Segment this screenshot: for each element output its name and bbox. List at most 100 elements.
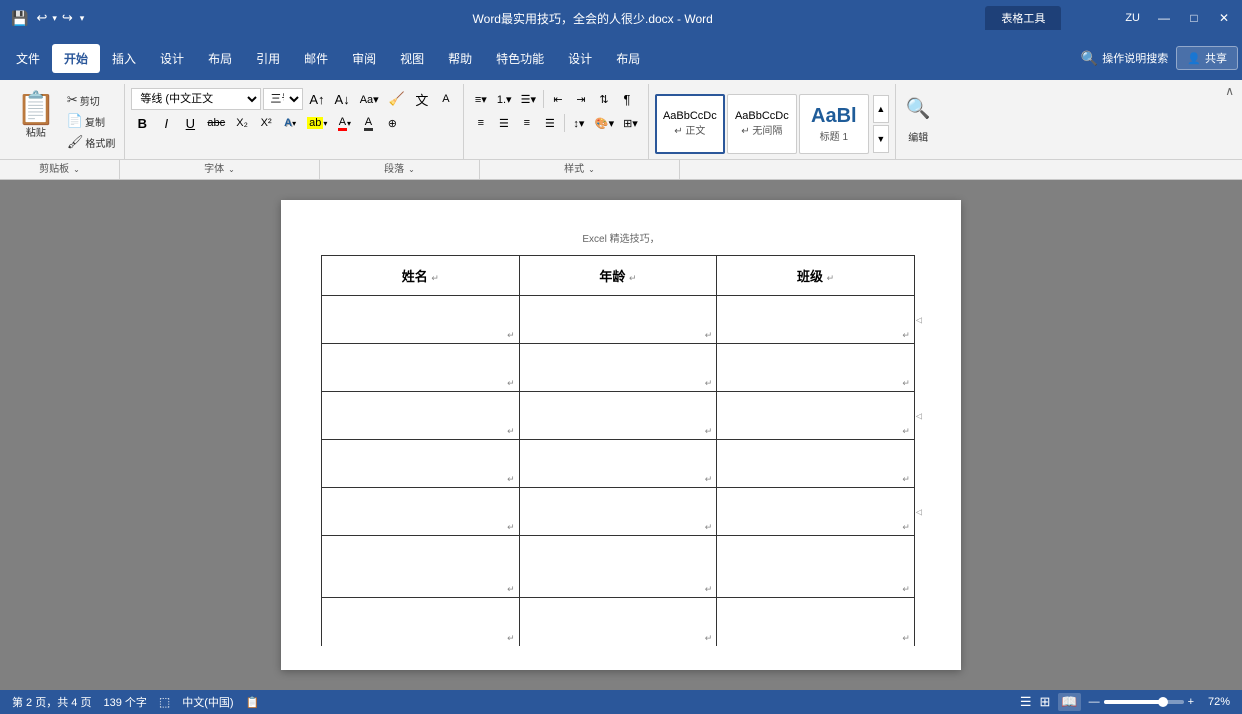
subscript-button[interactable]: X₂ <box>231 112 253 134</box>
format-painter-button[interactable]: 🖌 格式刷 <box>64 132 119 152</box>
customize-icon[interactable]: ▾ <box>78 11 87 26</box>
underline-button[interactable]: U <box>179 112 201 134</box>
font-expand-icon[interactable]: ⌄ <box>228 160 235 180</box>
table-cell: ↵ <box>519 440 717 488</box>
menu-item-table-design[interactable]: 设计 <box>556 44 604 73</box>
decrease-indent-button[interactable]: ⇤ <box>547 88 569 110</box>
view-mode-read[interactable]: 📖 <box>1058 693 1080 711</box>
undo-dropdown-icon[interactable]: ▾ <box>52 13 57 24</box>
bullets-button[interactable]: ≡▾ <box>470 88 492 110</box>
menu-item-layout[interactable]: 布局 <box>196 44 244 73</box>
view-mode-web[interactable]: ⊞ <box>1039 694 1050 710</box>
menu-item-design[interactable]: 设计 <box>148 44 196 73</box>
paragraph-expand-icon[interactable]: ⌄ <box>408 160 415 180</box>
shading-button[interactable]: 🎨▾ <box>591 112 618 134</box>
copy-button[interactable]: 📄 复制 <box>64 111 119 131</box>
menu-item-table-layout[interactable]: 布局 <box>604 44 652 73</box>
italic-button[interactable]: I <box>155 112 177 134</box>
menu-item-review[interactable]: 审阅 <box>340 44 388 73</box>
clipboard-label: 剪贴板 ⌄ <box>0 160 120 179</box>
numbering-button[interactable]: 1.▾ <box>493 88 516 110</box>
menu-item-mailings[interactable]: 邮件 <box>292 44 340 73</box>
layout-icon[interactable]: ⬚ <box>159 695 170 709</box>
clear-format-button[interactable]: 🧹 <box>385 88 409 110</box>
more-font-button[interactable]: ⊕ <box>381 112 403 134</box>
zoom-slider-track[interactable] <box>1104 700 1184 704</box>
menu-item-view[interactable]: 视图 <box>388 44 436 73</box>
style-normal[interactable]: AaBbCcDc ↵ 正文 <box>655 94 725 154</box>
font-color-button[interactable]: A▾ <box>333 112 355 134</box>
minimize-button[interactable]: — <box>1150 4 1178 32</box>
document-area: Excel 精选技巧， 姓名 ↵ 年 <box>0 180 1242 690</box>
justify-button[interactable]: ☰ <box>539 112 561 134</box>
bold-button[interactable]: B <box>131 112 153 134</box>
styles-down-button[interactable]: ▼ <box>873 125 889 153</box>
menu-item-references[interactable]: 引用 <box>244 44 292 73</box>
styles-up-button[interactable]: ▲ <box>873 95 889 123</box>
table-cell: ↵ <box>322 296 520 344</box>
font-shrink-button[interactable]: A↓ <box>331 88 354 110</box>
paste-label: 粘贴 <box>26 124 46 139</box>
align-right-button[interactable]: ≡ <box>516 112 538 134</box>
redo-icon[interactable]: ↪ <box>59 8 76 28</box>
title-bar-left: 💾 ↩ ▾ ↪ ▾ <box>0 8 200 29</box>
text-style-button[interactable]: 文 <box>411 88 433 110</box>
style-heading1[interactable]: AaBl 标题 1 <box>799 94 869 154</box>
multilevel-button[interactable]: ☰▾ <box>517 88 540 110</box>
text-effect-button[interactable]: A ▾ <box>279 112 301 134</box>
menu-item-start[interactable]: 开始 <box>52 44 100 73</box>
text-bg-button[interactable]: A <box>357 112 379 134</box>
border-button[interactable]: ⊞▾ <box>619 112 642 134</box>
search-icon: 🔍 <box>1081 50 1098 67</box>
undo-icon[interactable]: ↩ <box>33 8 50 28</box>
clipboard-expand-icon[interactable]: ⌄ <box>73 160 80 180</box>
show-marks-button[interactable]: ¶ <box>616 88 638 110</box>
font-grow-button[interactable]: A↑ <box>305 88 328 110</box>
word-count[interactable]: 139 个字 <box>103 694 146 710</box>
ribbon: 📋 粘贴 ✂ 剪切 📄 复制 🖌 格式刷 等线 (中文正文 三号 A↑ A↓ A… <box>0 80 1242 180</box>
table-row: ↵ ↵ ↵ ◁ <box>322 296 921 344</box>
language-indicator[interactable]: 中文(中国) <box>182 694 233 710</box>
page-caption: Excel 精选技巧， <box>321 230 921 245</box>
cut-button[interactable]: ✂ 剪切 <box>64 90 119 110</box>
font-size-select[interactable]: 三号 <box>263 88 303 110</box>
menu-item-features[interactable]: 特色功能 <box>484 44 556 73</box>
page-count[interactable]: 第 2 页，共 4 页 <box>12 694 91 710</box>
paste-button[interactable]: 📋 粘贴 <box>10 88 62 143</box>
para-row-2: ≡ ☰ ≡ ☰ ↕▾ 🎨▾ ⊞▾ <box>470 112 642 134</box>
font-color-fill-button[interactable]: A <box>435 88 457 110</box>
table-cell: ↵ <box>717 488 915 536</box>
font-family-select[interactable]: 等线 (中文正文 <box>131 88 261 110</box>
share-button[interactable]: 👤 共享 <box>1176 46 1238 70</box>
align-center-button[interactable]: ☰ <box>493 112 515 134</box>
track-icon[interactable]: 📋 <box>246 696 260 709</box>
table-row: ↵ ↵ ↵ <box>322 344 921 392</box>
zoom-plus-button[interactable]: + <box>1188 696 1194 708</box>
strikethrough-button[interactable]: abc <box>203 112 229 134</box>
menu-item-insert[interactable]: 插入 <box>100 44 148 73</box>
search-label[interactable]: 操作说明搜索 <box>1102 50 1168 66</box>
superscript-button[interactable]: X² <box>255 112 277 134</box>
styles-expand-icon[interactable]: ⌄ <box>588 160 595 180</box>
menu-item-help[interactable]: 帮助 <box>436 44 484 73</box>
ribbon-collapse-button[interactable]: ∧ <box>1225 84 1234 98</box>
zoom-percent[interactable]: 72% <box>1198 696 1230 708</box>
style-no-spacing[interactable]: AaBbCcDc ↵ 无间隔 <box>727 94 797 154</box>
zoom-minus-button[interactable]: — <box>1089 696 1100 708</box>
maximize-button[interactable]: □ <box>1180 4 1208 32</box>
sort-button[interactable]: ⇅ <box>593 88 615 110</box>
paste-icon: 📋 <box>16 92 56 124</box>
context-tab-label[interactable]: 表格工具 <box>985 6 1061 30</box>
increase-indent-button[interactable]: ⇥ <box>570 88 592 110</box>
menu-item-file[interactable]: 文件 <box>4 44 52 73</box>
zoom-controls: — + 72% <box>1089 696 1230 708</box>
save-icon[interactable]: 💾 <box>8 8 31 29</box>
zoom-slider-thumb[interactable] <box>1158 697 1168 707</box>
close-button[interactable]: ✕ <box>1210 4 1238 32</box>
align-left-button[interactable]: ≡ <box>470 112 492 134</box>
line-spacing-button[interactable]: ↕▾ <box>568 112 590 134</box>
change-case-button[interactable]: Aa▾ <box>356 88 383 110</box>
search-button[interactable]: 🔍 <box>902 92 935 125</box>
highlight-button[interactable]: ab▾ <box>303 112 331 134</box>
view-mode-print[interactable]: ☰ <box>1020 694 1032 710</box>
